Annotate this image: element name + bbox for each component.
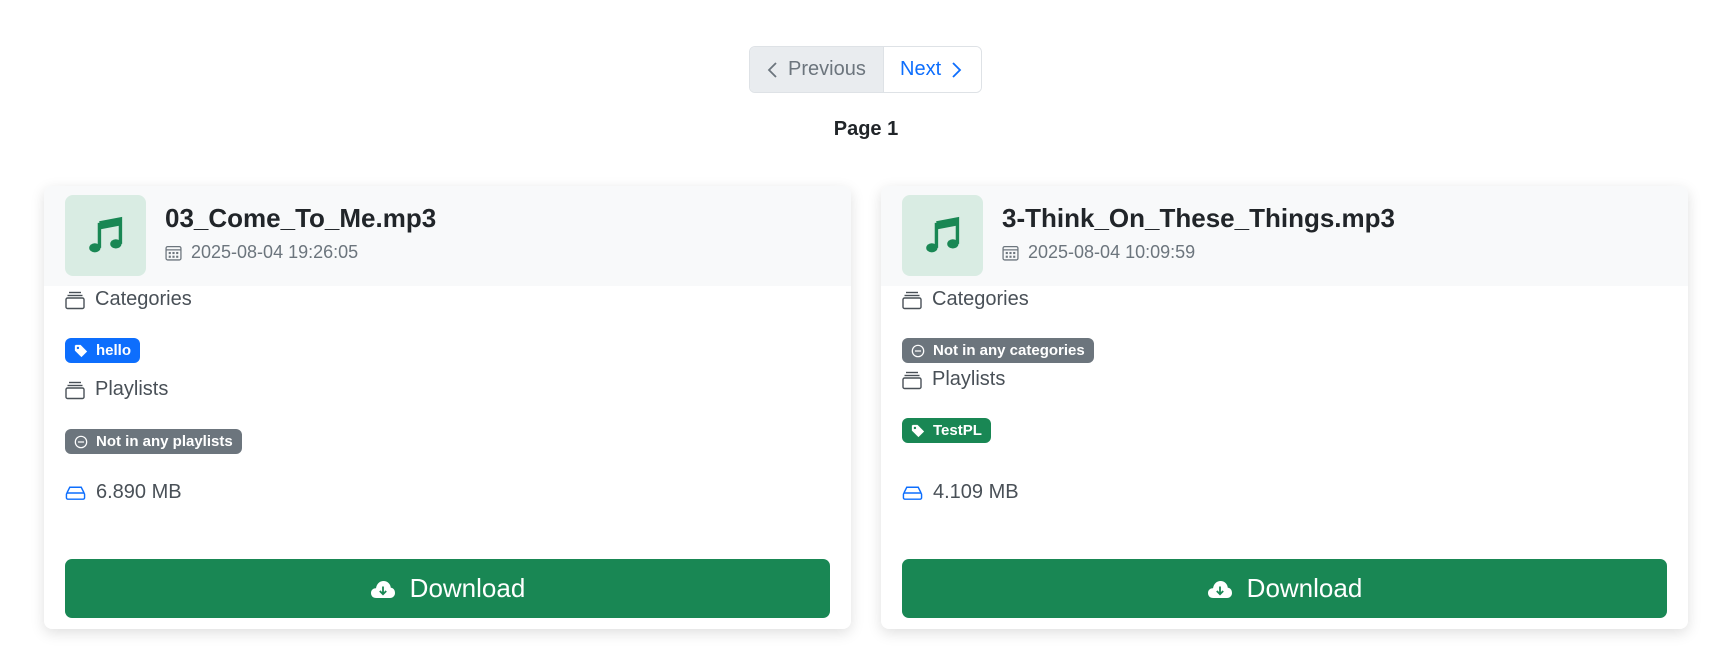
file-date: 2025-08-04 19:26:05	[165, 242, 358, 263]
music-note-icon	[925, 216, 959, 252]
categories-empty-badge: Not in any categories	[902, 338, 1094, 363]
playlists-empty-label: Not in any playlists	[96, 433, 233, 450]
calendar-icon	[1002, 246, 1019, 261]
playlist-badge[interactable]: TestPL	[902, 418, 991, 443]
cloud-download-icon	[1207, 580, 1232, 598]
pagination: Previous Next	[749, 46, 982, 93]
previous-button[interactable]: Previous	[750, 47, 884, 92]
file-size-text: 6.890 MB	[96, 481, 182, 503]
previous-label: Previous	[788, 58, 866, 80]
file-card: 3-Think_On_These_Things.mp3 2025-08-04 1…	[881, 186, 1688, 629]
tag-icon	[911, 424, 925, 437]
hdd-icon	[902, 486, 923, 500]
categories-label: Categories	[95, 288, 192, 310]
playlists-label: Playlists	[95, 378, 169, 400]
categories-heading: Categories	[65, 288, 192, 311]
collection-icon	[902, 371, 922, 389]
categories-label: Categories	[932, 288, 1029, 310]
card-header: 03_Come_To_Me.mp3 2025-08-04 19:26:05	[44, 186, 851, 286]
download-label: Download	[409, 573, 526, 603]
next-label: Next	[900, 58, 942, 80]
page-indicator: Page 1	[833, 118, 899, 140]
hdd-icon	[65, 486, 86, 500]
file-date: 2025-08-04 10:09:59	[1002, 242, 1195, 263]
category-badge-label: hello	[96, 342, 132, 359]
cloud-download-icon	[370, 580, 395, 598]
download-button[interactable]: Download	[902, 559, 1667, 618]
playlists-heading: Playlists	[902, 368, 1005, 391]
file-name: 3-Think_On_These_Things.mp3	[1002, 203, 1395, 233]
playlists-heading: Playlists	[65, 378, 168, 401]
category-badge[interactable]: hello	[65, 338, 141, 363]
music-note-icon	[88, 216, 122, 252]
file-size-text: 4.109 MB	[933, 481, 1019, 503]
download-label: Download	[1246, 573, 1363, 603]
categories-heading: Categories	[902, 288, 1029, 311]
calendar-icon	[165, 246, 182, 261]
file-card: 03_Come_To_Me.mp3 2025-08-04 19:26:05 Ca…	[44, 186, 851, 629]
card-header: 3-Think_On_These_Things.mp3 2025-08-04 1…	[881, 186, 1688, 286]
collection-icon	[65, 381, 85, 399]
collection-icon	[65, 291, 85, 309]
file-name: 03_Come_To_Me.mp3	[165, 203, 437, 233]
file-thumbnail	[65, 195, 146, 276]
download-button[interactable]: Download	[65, 559, 830, 618]
file-size: 6.890 MB	[65, 481, 182, 504]
file-thumbnail	[902, 195, 983, 276]
next-button[interactable]: Next	[884, 47, 981, 92]
chevron-right-icon	[952, 61, 962, 78]
categories-empty-label: Not in any categories	[933, 342, 1085, 359]
collection-icon	[902, 291, 922, 309]
file-date-text: 2025-08-04 19:26:05	[191, 242, 359, 262]
tag-icon	[74, 344, 88, 357]
file-size: 4.109 MB	[902, 481, 1019, 504]
playlists-label: Playlists	[932, 368, 1006, 390]
playlist-badge-label: TestPL	[933, 422, 982, 439]
chevron-left-icon	[767, 61, 777, 78]
dash-circle-icon	[911, 344, 925, 357]
playlists-empty-badge: Not in any playlists	[65, 429, 242, 454]
dash-circle-icon	[74, 435, 88, 448]
file-date-text: 2025-08-04 10:09:59	[1028, 242, 1196, 262]
